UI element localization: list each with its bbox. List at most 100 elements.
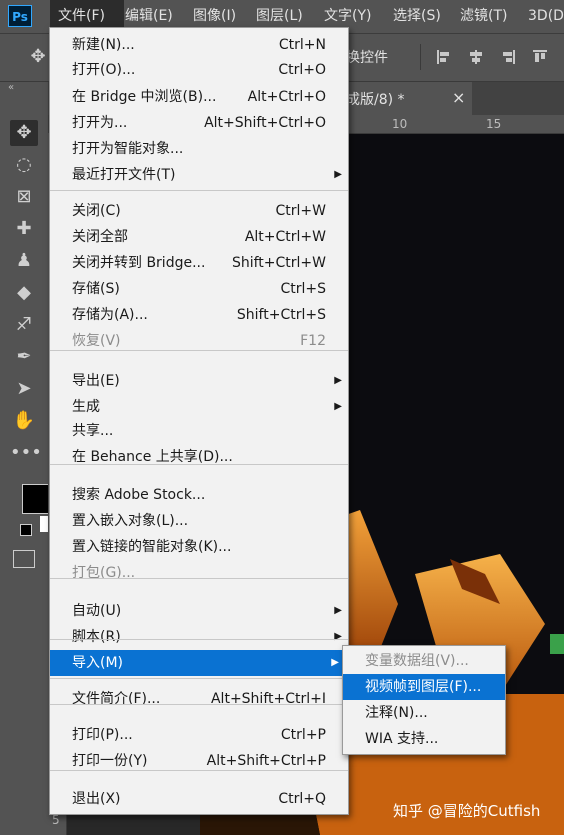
- menu-separator: [50, 639, 348, 640]
- menu-separator: [50, 464, 348, 465]
- smudge-tool-icon[interactable]: ♐: [10, 312, 38, 338]
- menu-item-shortcut: Alt+Ctrl+W: [244, 229, 326, 245]
- file-menu-item[interactable]: 共享...: [50, 418, 348, 444]
- menu-item-shortcut: Shift+Ctrl+S: [236, 307, 326, 323]
- menu-item-label: WIA 支持...: [365, 731, 439, 747]
- menu-item-label: 置入链接的智能对象(K)...: [72, 539, 232, 555]
- stamp-tool-icon[interactable]: ♟: [10, 248, 38, 274]
- file-menu-item[interactable]: 打印(P)... Ctrl+P: [50, 722, 348, 748]
- menu-item-label: 共享...: [72, 423, 114, 439]
- file-menu-item[interactable]: 存储为(A)... Shift+Ctrl+S: [50, 302, 348, 328]
- menu-filter[interactable]: 滤镜(T): [460, 0, 507, 33]
- close-tab-icon[interactable]: ×: [452, 88, 465, 107]
- menu-item-label: 关闭全部: [72, 229, 128, 245]
- submenu-arrow-icon: ▶: [334, 631, 342, 642]
- menu-item-label: 关闭(C): [72, 203, 121, 219]
- default-colors-icon[interactable]: [20, 524, 32, 536]
- frame-tool-icon[interactable]: ⊠: [10, 184, 38, 210]
- file-menu-item[interactable]: 关闭并转到 Bridge... Shift+Ctrl+W: [50, 250, 348, 276]
- menu-item-shortcut: Ctrl+P: [280, 727, 326, 743]
- file-menu-item[interactable]: 脚本(R) ▶: [50, 624, 348, 650]
- file-menu-item[interactable]: 导出(E) ▶: [50, 368, 348, 394]
- pen-tool-icon[interactable]: ✒: [10, 344, 38, 370]
- menu-item-label: 导入(M): [72, 655, 124, 671]
- menu-item-label: 导出(E): [72, 373, 120, 389]
- import-submenu-item[interactable]: 变量数据组(V)...: [343, 648, 505, 674]
- menu-3d[interactable]: 3D(D): [528, 0, 564, 33]
- file-menu-item[interactable]: 置入嵌入对象(L)...: [50, 508, 348, 534]
- import-submenu-item[interactable]: 视频帧到图层(F)...: [343, 674, 505, 700]
- transform-controls-label[interactable]: 换控件: [346, 47, 388, 67]
- file-menu-item[interactable]: 生成 ▶: [50, 394, 348, 420]
- file-menu-item[interactable]: 自动(U) ▶: [50, 598, 348, 624]
- submenu-arrow-icon: ▶: [334, 401, 342, 412]
- photoshop-logo-icon: Ps: [8, 5, 32, 27]
- file-menu-item[interactable]: 打开为... Alt+Shift+Ctrl+O: [50, 110, 348, 136]
- file-menu-item[interactable]: 打开为智能对象...: [50, 136, 348, 162]
- file-menu-item[interactable]: 关闭全部 Alt+Ctrl+W: [50, 224, 348, 250]
- menu-separator: [50, 678, 348, 679]
- lasso-tool-icon[interactable]: ◌: [10, 152, 38, 178]
- align-left-icon[interactable]: [437, 50, 451, 64]
- submenu-arrow-icon: ▶: [334, 375, 342, 386]
- file-menu-item[interactable]: 打包(G)...: [50, 560, 348, 586]
- menu-item-label: 存储为(A)...: [72, 307, 148, 323]
- menu-item-shortcut: Shift+Ctrl+W: [231, 255, 326, 271]
- file-menu-item[interactable]: 在 Behance 上共享(D)...: [50, 444, 348, 470]
- file-menu-item[interactable]: 最近打开文件(T) ▶: [50, 162, 348, 188]
- menu-item-shortcut: Ctrl+N: [278, 37, 326, 53]
- document-tab[interactable]: 成版/8) * ×: [340, 82, 472, 115]
- menu-item-label: 打开(O)...: [72, 62, 136, 78]
- move-tool-options-icon: ✥: [30, 46, 46, 67]
- file-menu-item[interactable]: 搜索 Adobe Stock...: [50, 482, 348, 508]
- path-selection-icon[interactable]: ➤: [10, 376, 38, 402]
- tools-panel: « ✥ ◌ ⊠ ✚ ♟ ◆ ♐ ✒ ➤ ✋ •••: [0, 82, 50, 835]
- healing-brush-icon[interactable]: ✚: [10, 216, 38, 242]
- menu-item-label: 文件简介(F)...: [72, 691, 161, 707]
- foreground-color-swatch[interactable]: [22, 484, 50, 514]
- file-menu-item[interactable]: 置入链接的智能对象(K)...: [50, 534, 348, 560]
- menu-item-label: 打开为...: [72, 115, 128, 131]
- file-menu-item[interactable]: 文件简介(F)... Alt+Shift+Ctrl+I: [50, 686, 348, 712]
- align-top-icon[interactable]: [533, 50, 547, 64]
- align-center-icon[interactable]: [469, 50, 483, 64]
- menu-item-label: 关闭并转到 Bridge...: [72, 255, 206, 271]
- document-tab-title: 成版/8) *: [346, 92, 405, 108]
- move-tool-icon[interactable]: ✥: [10, 120, 38, 146]
- menu-item-label: 在 Bridge 中浏览(B)...: [72, 89, 217, 105]
- import-submenu: 变量数据组(V)... 视频帧到图层(F)... 注释(N)... WIA 支持...: [342, 645, 506, 755]
- file-menu-item[interactable]: 在 Bridge 中浏览(B)... Alt+Ctrl+O: [50, 84, 348, 110]
- menu-item-shortcut: Ctrl+S: [280, 281, 326, 297]
- collapse-icon[interactable]: «: [8, 82, 14, 93]
- menu-item-label: 最近打开文件(T): [72, 167, 176, 183]
- file-menu-item[interactable]: 导入(M) ▶: [50, 650, 345, 676]
- menu-item-shortcut: Ctrl+W: [275, 203, 326, 219]
- file-menu-item[interactable]: 退出(X) Ctrl+Q: [50, 786, 348, 812]
- file-menu-item[interactable]: 新建(N)... Ctrl+N: [50, 32, 348, 58]
- menu-item-label: 变量数据组(V)...: [365, 653, 469, 669]
- menu-item-label: 注释(N)...: [365, 705, 428, 721]
- menu-separator: [50, 704, 348, 705]
- menu-separator: [50, 190, 348, 191]
- quick-mask-icon[interactable]: [13, 550, 35, 568]
- menu-select[interactable]: 选择(S): [393, 0, 441, 33]
- more-tools-icon[interactable]: •••: [10, 440, 42, 466]
- menu-item-label: 视频帧到图层(F)...: [365, 679, 482, 695]
- menu-item-label: 在 Behance 上共享(D)...: [72, 449, 233, 465]
- menu-separator: [50, 770, 348, 771]
- import-submenu-item[interactable]: 注释(N)...: [343, 700, 505, 726]
- menu-item-shortcut: Alt+Ctrl+O: [247, 89, 326, 105]
- menu-item-label: 自动(U): [72, 603, 122, 619]
- menu-item-label: 置入嵌入对象(L)...: [72, 513, 189, 529]
- eraser-tool-icon[interactable]: ◆: [10, 280, 38, 306]
- align-right-icon[interactable]: [501, 50, 515, 64]
- file-menu-item[interactable]: 关闭(C) Ctrl+W: [50, 198, 348, 224]
- file-menu-item[interactable]: 打开(O)... Ctrl+O: [50, 57, 348, 83]
- menu-item-label: 搜索 Adobe Stock...: [72, 487, 206, 503]
- menu-item-shortcut: Ctrl+O: [278, 62, 326, 78]
- hand-tool-icon[interactable]: ✋: [10, 408, 38, 434]
- file-menu-dropdown: 新建(N)... Ctrl+N 打开(O)... Ctrl+O 在 Bridge 中浏览…: [49, 27, 349, 815]
- import-submenu-item[interactable]: WIA 支持...: [343, 726, 505, 752]
- file-menu-item[interactable]: 存储(S) Ctrl+S: [50, 276, 348, 302]
- background-color-swatch[interactable]: [40, 516, 48, 532]
